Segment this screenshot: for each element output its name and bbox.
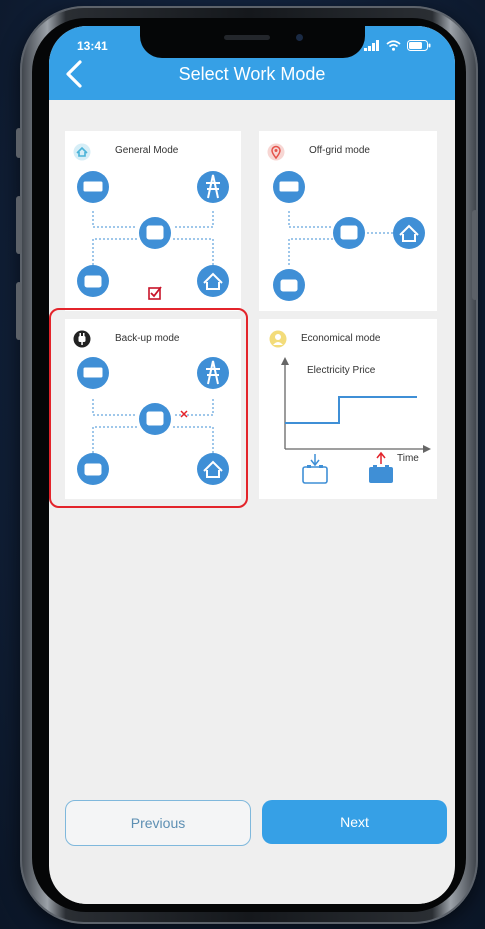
economical-mode-title: Economical mode <box>301 333 381 344</box>
page-title: Select Work Mode <box>178 64 326 84</box>
general-mode-title: General Mode <box>115 145 179 156</box>
coin-icon <box>269 330 287 348</box>
battery-charge-icon <box>302 454 328 484</box>
battery-discharge-icon <box>369 451 393 483</box>
general-mode-card[interactable]: General Mode <box>65 131 241 311</box>
price-line <box>285 396 417 424</box>
status-time: 13:41 <box>77 39 108 53</box>
pin-outline-icon <box>267 143 285 161</box>
power-button <box>472 210 478 300</box>
checked-checkbox-icon <box>148 286 162 300</box>
earpiece-speaker <box>224 35 270 40</box>
app-screen: 13:41 Select Work Mode General Mode Off-… <box>49 26 455 904</box>
previous-button[interactable]: Previous <box>65 800 251 846</box>
house-icon <box>393 217 425 249</box>
front-camera <box>296 34 303 41</box>
selected-mode-highlight <box>49 308 248 508</box>
notch <box>140 26 365 58</box>
wifi-icon <box>386 40 401 51</box>
header-bar: 13:41 Select Work Mode <box>49 26 455 100</box>
off-grid-mode-title: Off-grid mode <box>309 145 370 156</box>
signal-icon <box>364 40 379 51</box>
off-grid-mode-diagram <box>273 171 425 301</box>
economical-mode-card[interactable]: Economical mode Electricity Price Time <box>259 319 437 499</box>
battery-icon <box>407 40 431 51</box>
general-mode-diagram <box>77 171 229 300</box>
volume-down-button <box>16 282 22 340</box>
bottom-safe-area <box>49 876 455 904</box>
next-button[interactable]: Next <box>262 800 447 844</box>
home-outline-icon <box>73 143 91 161</box>
volume-up-button <box>16 196 22 254</box>
house-icon <box>197 265 229 297</box>
off-grid-mode-card[interactable]: Off-grid mode <box>259 131 437 311</box>
status-icons <box>364 40 431 51</box>
mute-switch <box>16 128 22 158</box>
price-step-chart <box>281 357 431 484</box>
